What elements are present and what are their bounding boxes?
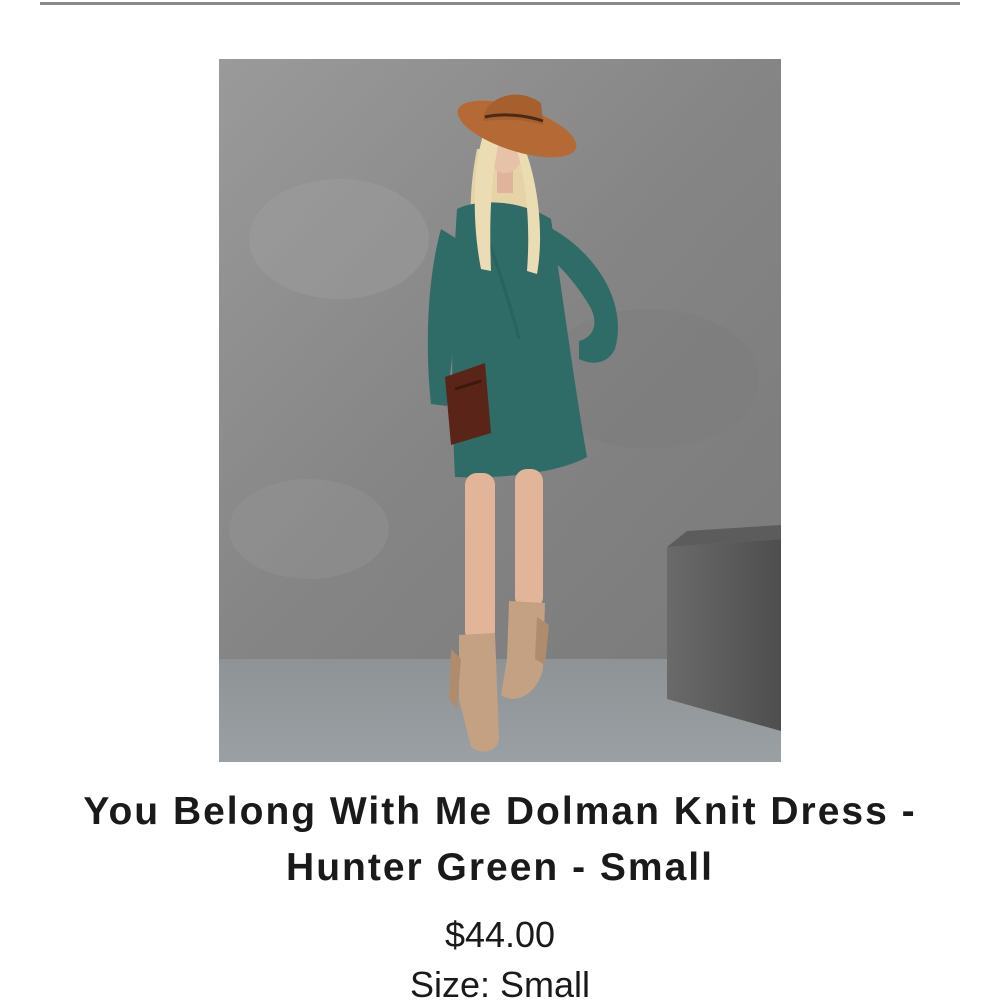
- product-image[interactable]: [219, 59, 781, 762]
- top-divider: [40, 2, 960, 5]
- product-size: Size: Small: [409, 964, 591, 1000]
- product-price: $44.00: [444, 914, 556, 955]
- product-photo-icon: [219, 59, 781, 762]
- product-title[interactable]: You Belong With Me Dolman Knit Dress - H…: [20, 784, 980, 896]
